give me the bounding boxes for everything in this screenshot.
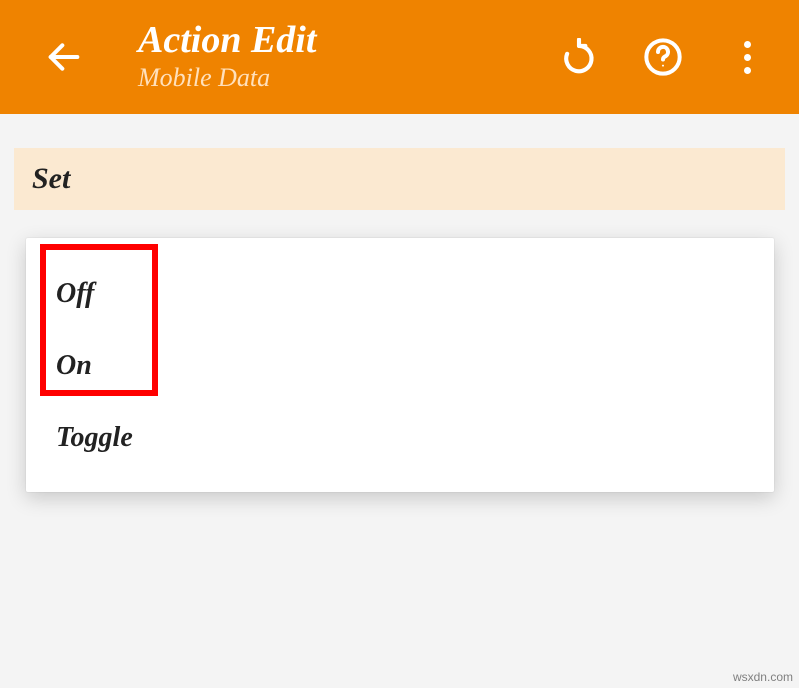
page-title: Action Edit [138,21,557,61]
dot-icon [744,67,751,74]
appbar-actions [557,35,769,79]
overflow-menu-button[interactable] [725,35,769,79]
app-bar: Action Edit Mobile Data [0,0,799,114]
set-dropdown: Off On Toggle [26,238,774,492]
undo-button[interactable] [557,35,601,79]
page-subtitle: Mobile Data [138,63,557,93]
appbar-titles: Action Edit Mobile Data [138,21,557,93]
help-button[interactable] [641,35,685,79]
back-button[interactable] [40,33,88,81]
content-area: Set [0,114,799,210]
undo-icon [560,38,598,76]
dropdown-item-on[interactable]: On [26,330,774,402]
dot-icon [744,41,751,48]
watermark: wsxdn.com [733,670,793,684]
dropdown-item-off[interactable]: Off [26,258,774,330]
dot-icon [744,54,751,61]
section-header-set: Set [14,148,785,210]
dropdown-item-toggle[interactable]: Toggle [26,402,774,474]
help-icon [643,37,683,77]
arrow-left-icon [44,37,84,77]
